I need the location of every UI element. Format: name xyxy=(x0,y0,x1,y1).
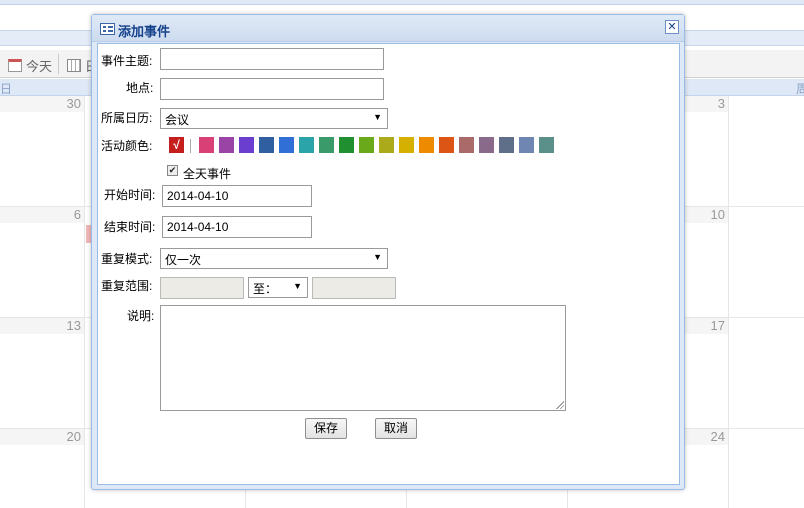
allday-checkbox[interactable]: ✔ xyxy=(167,165,178,176)
color-swatch-selected[interactable]: √ xyxy=(169,137,184,153)
color-swatch[interactable] xyxy=(539,137,554,153)
color-swatch[interactable] xyxy=(219,137,234,153)
calendar-select[interactable]: 会议 ▼ xyxy=(160,108,388,129)
color-swatch[interactable] xyxy=(319,137,334,153)
weekday-left: 周日 xyxy=(0,82,13,96)
color-swatch[interactable] xyxy=(459,137,474,153)
day-number: 3 xyxy=(685,96,728,112)
dialog-titlebar[interactable]: 添加事件 ✕ xyxy=(92,15,684,42)
repeat-mode-label: 重复模式: xyxy=(101,252,153,266)
color-swatch[interactable] xyxy=(379,137,394,153)
color-swatch[interactable] xyxy=(419,137,434,153)
allday-label: 全天事件 xyxy=(183,167,232,181)
dropdown-arrow-icon: ▼ xyxy=(373,112,382,122)
calendar-grid-icon xyxy=(67,59,81,72)
weekday-right: 周 xyxy=(796,82,804,96)
swatch-separator xyxy=(190,139,191,153)
subject-label: 事件主题: xyxy=(101,54,153,68)
start-label: 开始时间: xyxy=(104,188,156,202)
color-swatch[interactable] xyxy=(479,137,494,153)
repeat-range-to: 至： xyxy=(253,282,278,296)
end-date-input[interactable] xyxy=(162,216,312,238)
day-number: 20 xyxy=(0,429,84,445)
day-number: 13 xyxy=(0,318,84,334)
color-swatch[interactable] xyxy=(199,137,214,153)
day-number: 17 xyxy=(685,318,728,334)
color-swatch[interactable] xyxy=(239,137,254,153)
end-label: 结束时间: xyxy=(104,220,156,234)
repeat-mode-value: 仅一次 xyxy=(165,253,202,267)
color-swatch[interactable] xyxy=(339,137,354,153)
color-swatch[interactable] xyxy=(279,137,294,153)
color-swatch[interactable] xyxy=(439,137,454,153)
grid-line xyxy=(84,96,85,508)
dialog-title: 添加事件 xyxy=(118,24,171,39)
save-button[interactable]: 保存 xyxy=(305,418,347,439)
color-swatch[interactable] xyxy=(299,137,314,153)
day-number: 6 xyxy=(0,207,84,223)
today-button[interactable]: 今天 xyxy=(8,56,52,75)
resize-grip-icon[interactable] xyxy=(556,401,564,409)
color-swatch[interactable] xyxy=(499,137,514,153)
calendar-select-value: 会议 xyxy=(165,113,190,127)
dropdown-arrow-icon: ▼ xyxy=(293,281,302,291)
calendar-label: 所属日历: xyxy=(101,111,153,125)
top-bar xyxy=(0,0,804,5)
form-icon xyxy=(100,23,115,35)
repeat-range-start xyxy=(160,277,244,299)
day-number: 30 xyxy=(0,96,84,112)
close-button[interactable]: ✕ xyxy=(665,20,679,34)
repeat-range-label: 重复范围: xyxy=(101,279,153,293)
repeat-mode-select[interactable]: 仅一次 ▼ xyxy=(160,248,388,269)
subject-input[interactable] xyxy=(160,48,384,70)
repeat-range-end xyxy=(312,277,396,299)
cancel-button[interactable]: 取消 xyxy=(375,418,417,439)
color-label: 活动颜色: xyxy=(101,139,153,153)
color-swatch[interactable] xyxy=(399,137,414,153)
grid-line xyxy=(728,96,729,508)
calendar-today-icon xyxy=(8,59,22,72)
day-number: 10 xyxy=(685,207,728,223)
color-swatch[interactable] xyxy=(519,137,534,153)
location-input[interactable] xyxy=(160,78,384,100)
start-date-input[interactable] xyxy=(162,185,312,207)
today-label: 今天 xyxy=(26,59,53,74)
description-textarea[interactable] xyxy=(160,305,566,411)
description-label: 说明: xyxy=(127,309,155,323)
toolbar-separator xyxy=(58,54,59,74)
color-swatch[interactable] xyxy=(259,137,274,153)
repeat-range-select[interactable]: 至： ▼ xyxy=(248,277,308,298)
color-swatch[interactable] xyxy=(359,137,374,153)
day-number: 24 xyxy=(685,429,728,445)
location-label: 地点: xyxy=(126,81,154,95)
dropdown-arrow-icon: ▼ xyxy=(373,252,382,262)
